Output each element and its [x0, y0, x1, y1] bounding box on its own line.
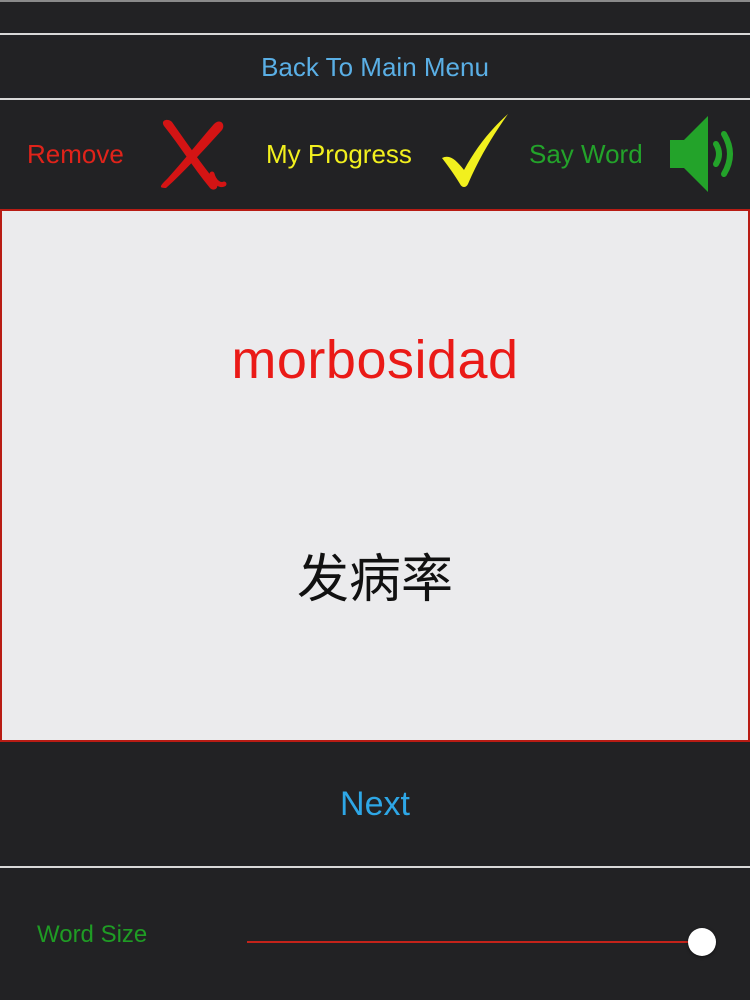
word-size-slider-thumb[interactable]	[688, 928, 716, 956]
remove-button[interactable]: Remove	[27, 100, 124, 208]
yellow-checkmark-icon[interactable]	[438, 112, 510, 195]
say-word-button[interactable]: Say Word	[529, 100, 643, 208]
back-to-main-menu-button[interactable]: Back To Main Menu	[0, 36, 750, 98]
top-divider	[0, 0, 750, 2]
red-x-icon[interactable]	[150, 116, 228, 199]
footer-divider	[0, 866, 750, 868]
word-size-slider-track[interactable]	[247, 941, 702, 943]
header-top-divider	[0, 33, 750, 35]
next-button[interactable]: Next	[0, 742, 750, 866]
toolbar: Remove My Progress Say Word	[0, 100, 750, 208]
word-size-footer: Word Size	[0, 869, 750, 1000]
word-size-label: Word Size	[37, 921, 148, 948]
flashcard[interactable]: morbosidad 发病率	[0, 209, 750, 742]
translation-text: 发病率	[296, 550, 453, 610]
speaker-icon[interactable]	[668, 112, 744, 201]
my-progress-button[interactable]: My Progress	[266, 100, 412, 208]
foreign-word: morbosidad	[231, 330, 519, 390]
